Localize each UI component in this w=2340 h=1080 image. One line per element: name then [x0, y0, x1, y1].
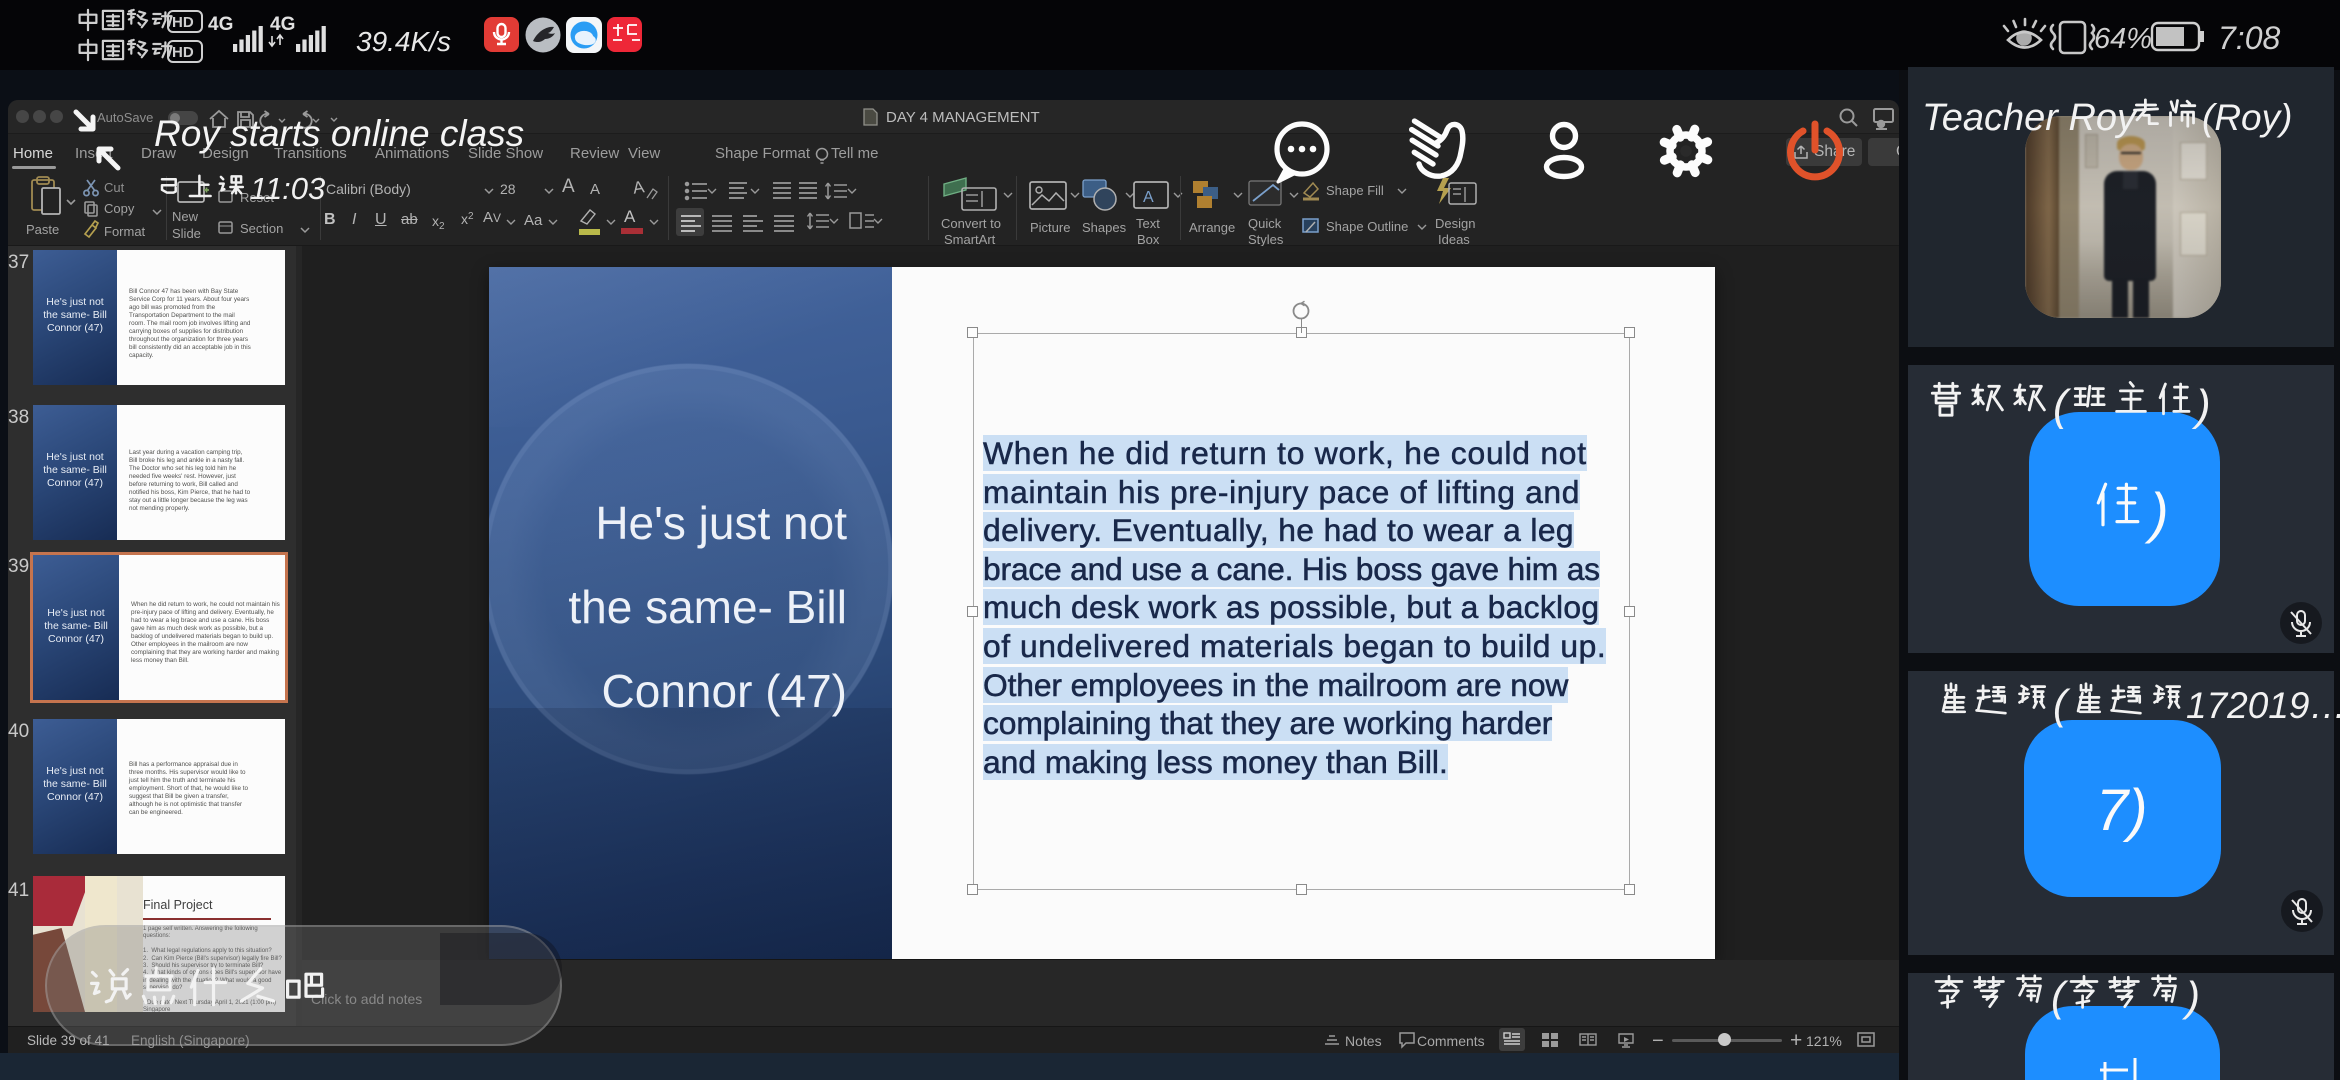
svg-text:A: A — [1143, 189, 1154, 206]
